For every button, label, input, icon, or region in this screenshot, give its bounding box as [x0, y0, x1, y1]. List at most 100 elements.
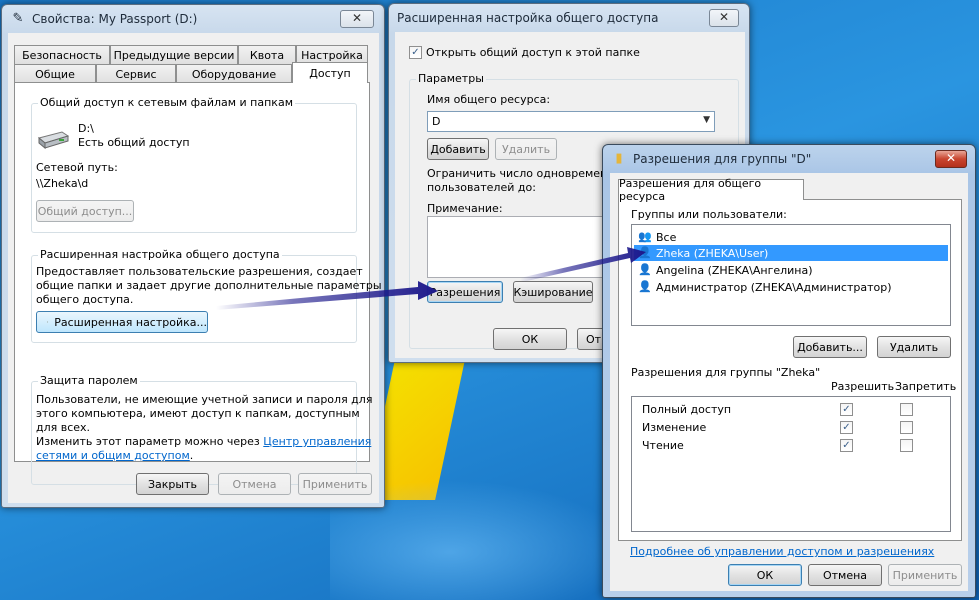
share-permissions-panel: Группы или пользователи: 👥 Все 👤 Zheka (… — [618, 199, 962, 541]
permissions-help-link[interactable]: Подробнее об управлении доступом и разре… — [630, 545, 934, 559]
share-name-value: D — [432, 115, 441, 128]
add-share-button[interactable]: Добавить — [427, 138, 489, 160]
permissions-client: Разрешения для общего ресурса Группы или… — [610, 173, 968, 591]
properties-titlebar[interactable]: ✎ Свойства: My Passport (D:) — [2, 5, 384, 33]
limit-users-label-1: Ограничить число одновременных — [427, 167, 630, 180]
share-status: Есть общий доступ — [78, 136, 190, 149]
advanced-share-group: Расширенная настройка общего доступа Пре… — [31, 248, 382, 343]
password-desc-3: для всех. — [36, 421, 91, 434]
chevron-down-icon: ▼ — [703, 115, 710, 125]
permissions-cancel-button[interactable]: Отмена — [808, 564, 882, 586]
network-center-link[interactable]: Центр управления — [263, 435, 371, 448]
share-name-label: Имя общего ресурса: — [427, 93, 551, 106]
permissions-ok-button[interactable]: ОК — [728, 564, 802, 586]
groups-label: Группы или пользователи: — [631, 208, 787, 221]
advanced-close-button[interactable]: ✕ — [709, 9, 739, 27]
tab-share-permissions[interactable]: Разрешения для общего ресурса — [618, 177, 804, 203]
tab-tools[interactable]: Сервис — [96, 64, 176, 83]
note-textarea[interactable] — [427, 216, 617, 278]
remove-share-button[interactable]: Удалить — [495, 138, 557, 160]
network-path-value: \\Zheka\d — [36, 177, 89, 190]
allow-checkbox[interactable]: ✓ — [840, 403, 853, 416]
tab-label: Сервис — [115, 67, 157, 81]
user-icon: 👤 — [638, 263, 652, 276]
perm-name: Изменение — [642, 421, 707, 434]
permissions-button[interactable]: Разрешения — [427, 281, 503, 303]
user-name: Все — [656, 230, 677, 244]
password-desc-2: этого компьютера, имеют доступ к папкам,… — [36, 407, 360, 420]
user-icon: 👤 — [638, 280, 652, 293]
advanced-titlebar[interactable]: Расширенная настройка общего доступа — [389, 4, 749, 32]
share-button[interactable]: Общий доступ... — [36, 200, 134, 222]
tab-sharing[interactable]: Доступ — [292, 62, 368, 83]
network-share-group: Общий доступ к сетевым файлам и папкам D… — [31, 96, 357, 233]
caching-button[interactable]: Кэширование — [513, 281, 593, 303]
tab-hardware[interactable]: Оборудование — [176, 64, 292, 83]
tab-label: Оборудование — [191, 67, 277, 81]
tab-label: Доступ — [309, 66, 351, 80]
tab-security[interactable]: Безопасность — [14, 45, 110, 64]
list-item[interactable]: 👤 Администратор (ZHEKA\Администратор) — [634, 279, 948, 295]
drive-icon: ✎ — [12, 11, 24, 26]
list-item[interactable]: 👥 Все — [634, 229, 948, 245]
share-folder-checkbox[interactable]: ✓ — [409, 46, 422, 59]
allow-checkbox[interactable]: ✓ — [840, 439, 853, 452]
tab-label: Общие — [35, 67, 75, 81]
properties-window: ✎ Свойства: My Passport (D:) ✕ Безопасно… — [1, 4, 385, 508]
network-center-link-2[interactable]: сетями и общим доступом — [36, 449, 190, 462]
properties-title: Свойства: My Passport (D:) — [32, 12, 198, 26]
permissions-window-title: Разрешения для группы "D" — [633, 152, 812, 166]
password-desc-5: сетями и общим доступом. — [36, 449, 193, 463]
uac-shield-icon — [47, 321, 49, 323]
network-share-title: Общий доступ к сетевым файлам и папкам — [38, 96, 295, 109]
user-name: Zheka (ZHEKA\User) — [656, 246, 769, 260]
tab-quota[interactable]: Квота — [238, 45, 296, 64]
users-listbox[interactable]: 👥 Все 👤 Zheka (ZHEKA\User) 👤 Angelina (Z… — [631, 224, 951, 326]
advanced-desc-3: общего доступа. — [36, 293, 134, 306]
tab-previous-versions[interactable]: Предыдущие версии — [110, 45, 238, 64]
permissions-for-label: Разрешения для группы "Zheka" — [631, 366, 821, 379]
perm-name: Полный доступ — [642, 403, 732, 416]
list-item[interactable]: 👤 Angelina (ZHEKA\Ангелина) — [634, 262, 948, 278]
tab-label: Безопасность — [22, 48, 102, 62]
note-label: Примечание: — [427, 202, 503, 215]
user-name: Angelina (ZHEKA\Ангелина) — [656, 263, 813, 277]
tab-general[interactable]: Общие — [14, 64, 96, 83]
allow-checkbox[interactable]: ✓ — [840, 421, 853, 434]
sharing-tab-panel: Общий доступ к сетевым файлам и папкам D… — [14, 82, 382, 485]
permissions-close-button[interactable]: ✕ — [935, 150, 967, 168]
share-folder-label: Открыть общий доступ к этой папке — [426, 46, 640, 59]
add-user-button[interactable]: Добавить... — [793, 336, 867, 358]
deny-checkbox[interactable] — [900, 403, 913, 416]
tab-label: Разрешения для общего ресурса — [619, 177, 762, 203]
password-protection-group: Защита паролем Пользователи, не имеющие … — [31, 374, 372, 485]
password-change-text: Изменить этот параметр можно через — [36, 435, 260, 448]
hard-drive-icon — [37, 131, 70, 150]
perm-name: Чтение — [642, 439, 684, 452]
properties-close-button[interactable]: ✕ — [340, 10, 374, 28]
advanced-sharing-button[interactable]: Расширенная настройка... — [36, 311, 208, 333]
apply-button[interactable]: Применить — [298, 473, 372, 495]
list-item[interactable]: 👤 Zheka (ZHEKA\User) — [634, 245, 948, 261]
password-desc-1: Пользователи, не имеющие учетной записи … — [36, 393, 373, 406]
advanced-desc-2: общие папки и задает другие дополнительн… — [36, 279, 382, 292]
tab-label: Настройка — [301, 48, 363, 62]
remove-user-button[interactable]: Удалить — [877, 336, 951, 358]
folder-icon: ▮ — [615, 151, 623, 166]
cancel-button[interactable]: Отмена — [218, 473, 291, 495]
deny-checkbox[interactable] — [900, 439, 913, 452]
permissions-window: ▮ Разрешения для группы "D" ✕ Разрешения… — [602, 144, 976, 598]
advanced-window-title: Расширенная настройка общего доступа — [397, 11, 659, 25]
permissions-titlebar[interactable]: ▮ Разрешения для группы "D" — [603, 145, 975, 173]
permissions-table: Полный доступ ✓ Изменение ✓ Чтение ✓ — [631, 396, 951, 532]
link-end: . — [189, 449, 194, 462]
share-name-combo[interactable]: D ▼ — [427, 111, 715, 132]
permissions-apply-button[interactable]: Применить — [888, 564, 962, 586]
close-button[interactable]: Закрыть — [136, 473, 209, 495]
advanced-ok-button[interactable]: ОК — [493, 328, 567, 350]
deny-header: Запретить — [895, 380, 957, 393]
user-name: Администратор (ZHEKA\Администратор) — [656, 280, 892, 294]
properties-client: Безопасность Предыдущие версии Квота Нас… — [8, 33, 382, 503]
deny-checkbox[interactable] — [900, 421, 913, 434]
params-title: Параметры — [416, 72, 486, 85]
